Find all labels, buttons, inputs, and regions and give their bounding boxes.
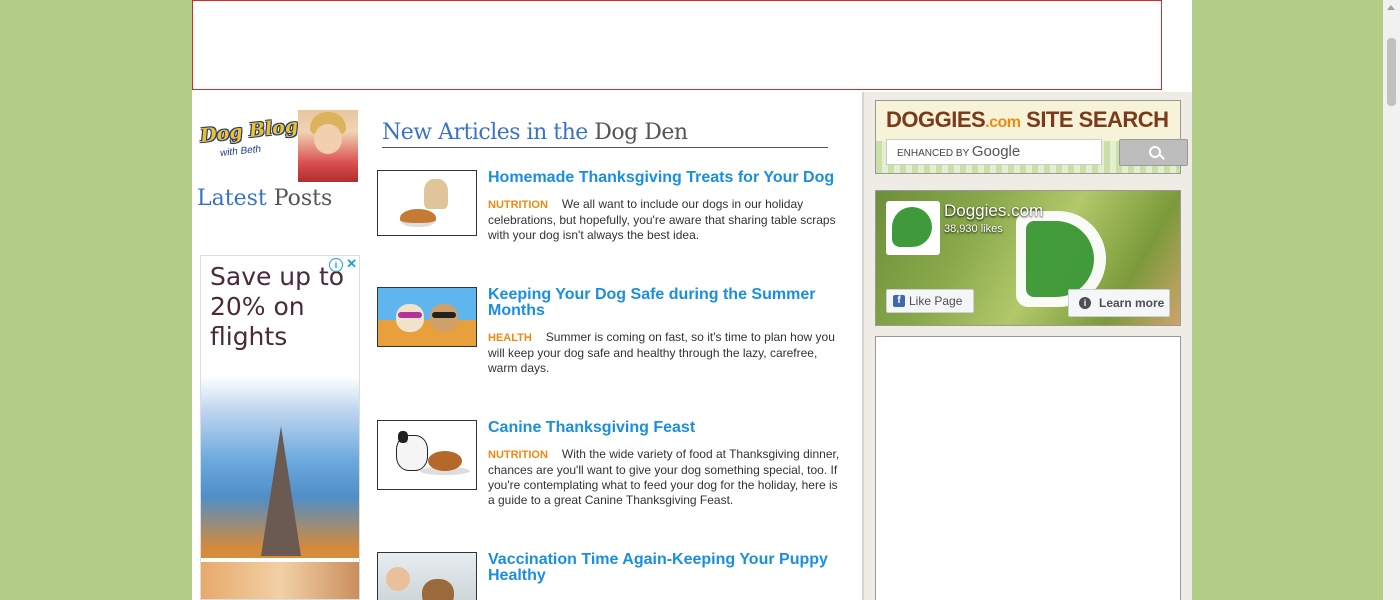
article-title-link[interactable]: Homemade Thanksgiving Treats for Your Do… (488, 170, 843, 186)
facebook-page-widget: Doggies.com 38,930 likes f Like Page i L… (875, 190, 1181, 326)
article-category[interactable]: NUTRITION (488, 199, 548, 211)
brand-name: DOGGIES (886, 107, 986, 132)
article-excerpt: NUTRITION We all want to include our dogs… (488, 197, 843, 243)
brand-tld: .com (985, 114, 1021, 131)
site-search-brand: DOGGIES.com SITE SEARCH (886, 107, 1169, 133)
article-thumbnail[interactable] (377, 170, 477, 236)
info-icon: i (1079, 297, 1091, 309)
brand-tail: SITE SEARCH (1020, 107, 1169, 132)
scroll-up-arrow-icon[interactable] (1387, 5, 1395, 10)
article-title-link[interactable]: Canine Thanksgiving Feast (488, 420, 843, 436)
article-thumbnail[interactable] (377, 420, 477, 490)
author-photo (298, 110, 358, 182)
new-articles-heading-rest: Dog Den (587, 120, 688, 145)
search-input-enhanced-label: ENHANCED BY (897, 148, 972, 159)
top-banner-ad[interactable] (192, 0, 1162, 90)
article-category[interactable]: NUTRITION (488, 449, 548, 461)
page-scrollbar[interactable] (1383, 0, 1400, 600)
dog-blog-logo[interactable]: Dog Blog with Beth (198, 110, 358, 182)
new-articles-heading-accent: New Articles in the (382, 120, 588, 145)
new-articles-heading: New Articles in the Dog Den (382, 120, 828, 148)
article-excerpt: HEALTH Summer is coming on fast, so it's … (488, 330, 843, 376)
search-icon-handle (1159, 154, 1165, 160)
latest-posts-heading-rest: Posts (266, 186, 333, 211)
flight-ad[interactable]: Save up to 20% on flights i ✕ (200, 255, 360, 600)
right-sidebar: DOGGIES.com SITE SEARCH ENHANCED BY Goog… (862, 92, 1192, 600)
search-input-google-label: Google (971, 143, 1021, 160)
article-excerpt-text: Summer is coming on fast, so it's time t… (488, 330, 835, 375)
like-page-label: Like Page (909, 294, 963, 308)
sidebar-ad[interactable] (875, 336, 1181, 600)
facebook-like-count: 38,930 likes (944, 223, 1003, 235)
ad-close-icon[interactable]: ✕ (346, 256, 357, 272)
article-thumbnail[interactable] (377, 287, 477, 347)
scrollbar-thumb[interactable] (1387, 38, 1396, 106)
facebook-icon: f (893, 295, 905, 307)
doggies-logo-icon[interactable] (886, 201, 940, 255)
article-title-link[interactable]: Keeping Your Dog Safe during the Summer … (488, 287, 843, 319)
search-button[interactable] (1119, 139, 1188, 166)
latest-posts-heading-accent: Latest (197, 186, 267, 211)
article-thumbnail[interactable] (377, 552, 477, 600)
main-content: New Articles in the Dog Den Homemade Tha… (376, 92, 846, 600)
learn-more-button[interactable]: i Learn more (1068, 289, 1170, 317)
dog-blog-logo-text: Dog Blog (199, 115, 300, 148)
search-input[interactable]: ENHANCED BY Google (886, 139, 1102, 165)
dog-blog-logo-subtitle: with Beth (219, 143, 262, 160)
article-category[interactable]: HEALTH (488, 332, 532, 344)
page-container: Dog Blog with Beth Latest Posts Save up … (192, 0, 1192, 600)
site-search-widget: DOGGIES.com SITE SEARCH ENHANCED BY Goog… (875, 100, 1188, 174)
left-sidebar: Dog Blog with Beth Latest Posts Save up … (192, 92, 362, 600)
article-title-link[interactable]: Vaccination Time Again-Keeping Your Pupp… (488, 552, 843, 584)
latest-posts-heading: Latest Posts (197, 186, 332, 211)
flight-ad-text: Save up to 20% on flights (210, 262, 345, 351)
ad-info-icon[interactable]: i (329, 258, 343, 272)
eiffel-tower-image (261, 426, 301, 556)
facebook-page-name[interactable]: Doggies.com (944, 201, 1043, 221)
article-excerpt: NUTRITION With the wide variety of food a… (488, 447, 843, 508)
learn-more-label: Learn more (1099, 296, 1165, 310)
like-page-button[interactable]: f Like Page (886, 289, 974, 313)
ad-photo-strip (201, 558, 359, 599)
